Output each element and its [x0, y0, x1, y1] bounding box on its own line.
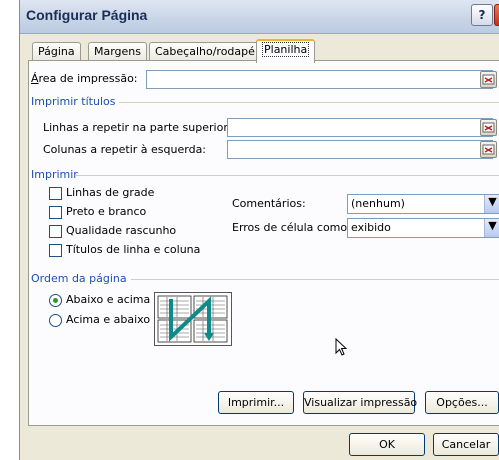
draft-quality-label: Qualidade rascunho	[66, 224, 177, 237]
gridlines-checkbox[interactable]	[49, 187, 62, 200]
over-then-down-label: Acima e abaixo	[66, 313, 151, 326]
black-and-white-checkbox[interactable]	[49, 206, 62, 219]
comments-value: (nenhum)	[351, 197, 405, 210]
cell-errors-select[interactable]: exibido ▼	[347, 218, 499, 238]
print-preview-button[interactable]: Visualizar impressão	[303, 391, 417, 414]
print-area-label: Área de impressão:	[31, 72, 138, 85]
tab-panel: Área de impressão: Imprimir títulos Linh…	[28, 60, 499, 426]
page-order-preview	[154, 292, 232, 346]
tab-margens[interactable]: Margens	[88, 42, 148, 61]
comments-label: Comentários:	[232, 197, 306, 210]
row-col-headings-checkbox[interactable]	[49, 244, 62, 257]
print-group-label: Imprimir	[31, 168, 78, 181]
over-then-down-radio[interactable]	[49, 314, 62, 327]
ok-button[interactable]: OK	[349, 433, 425, 456]
collapse-dialog-icon	[482, 74, 495, 85]
gridlines-label: Linhas de grade	[66, 186, 155, 199]
rows-picker-button[interactable]	[480, 119, 497, 136]
cancel-button[interactable]: Cancelar	[433, 433, 499, 456]
page-order-group-label: Ordem da página	[31, 272, 127, 285]
print-titles-divider	[119, 102, 499, 103]
options-button[interactable]: Opções...	[425, 391, 499, 414]
title-bar: Configurar Página ?	[20, 0, 499, 34]
black-and-white-label: Preto e branco	[66, 205, 147, 218]
comments-select[interactable]: (nenhum) ▼	[347, 194, 499, 214]
help-button[interactable]: ?	[471, 4, 493, 26]
columns-to-repeat-input[interactable]	[227, 140, 493, 159]
draft-quality-checkbox[interactable]	[49, 225, 62, 238]
cell-errors-label: Erros de célula como:	[232, 221, 351, 234]
window-title: Configurar Página	[26, 7, 148, 23]
collapse-dialog-icon	[482, 122, 495, 133]
page-order-divider	[131, 279, 499, 280]
cell-errors-value: exibido	[351, 221, 391, 234]
tab-cabecalho-rodape[interactable]: Cabeçalho/rodapé	[149, 42, 261, 61]
print-button[interactable]: Imprimir...	[218, 391, 294, 414]
columns-to-repeat-label: Colunas a repetir à esquerda:	[43, 143, 207, 156]
down-then-over-radio[interactable]	[49, 294, 62, 307]
print-divider	[75, 175, 499, 176]
print-area-input[interactable]	[146, 70, 493, 89]
page-order-preview-icon	[157, 295, 228, 343]
chevron-down-icon: ▼	[484, 195, 499, 213]
columns-picker-button[interactable]	[480, 141, 497, 158]
mouse-pointer-icon	[335, 338, 348, 356]
print-area-picker-button[interactable]	[480, 71, 497, 88]
row-col-headings-label: Títulos de linha e coluna	[66, 243, 201, 256]
rows-to-repeat-input[interactable]	[227, 118, 493, 137]
down-then-over-label: Abaixo e acima	[66, 293, 151, 306]
print-titles-group-label: Imprimir títulos	[31, 95, 116, 108]
close-button[interactable]	[494, 4, 499, 26]
collapse-dialog-icon	[482, 144, 495, 155]
page-setup-dialog: Configurar Página ? Página Margens Cabeç…	[19, 0, 499, 460]
radio-selected-dot	[53, 298, 58, 303]
chevron-down-icon: ▼	[484, 219, 499, 237]
tab-pagina[interactable]: Página	[32, 42, 81, 61]
tab-planilha[interactable]: Planilha	[256, 39, 316, 63]
rows-to-repeat-label: Linhas a repetir na parte superior:	[43, 121, 232, 134]
tab-planilha-label: Planilha	[262, 42, 310, 57]
